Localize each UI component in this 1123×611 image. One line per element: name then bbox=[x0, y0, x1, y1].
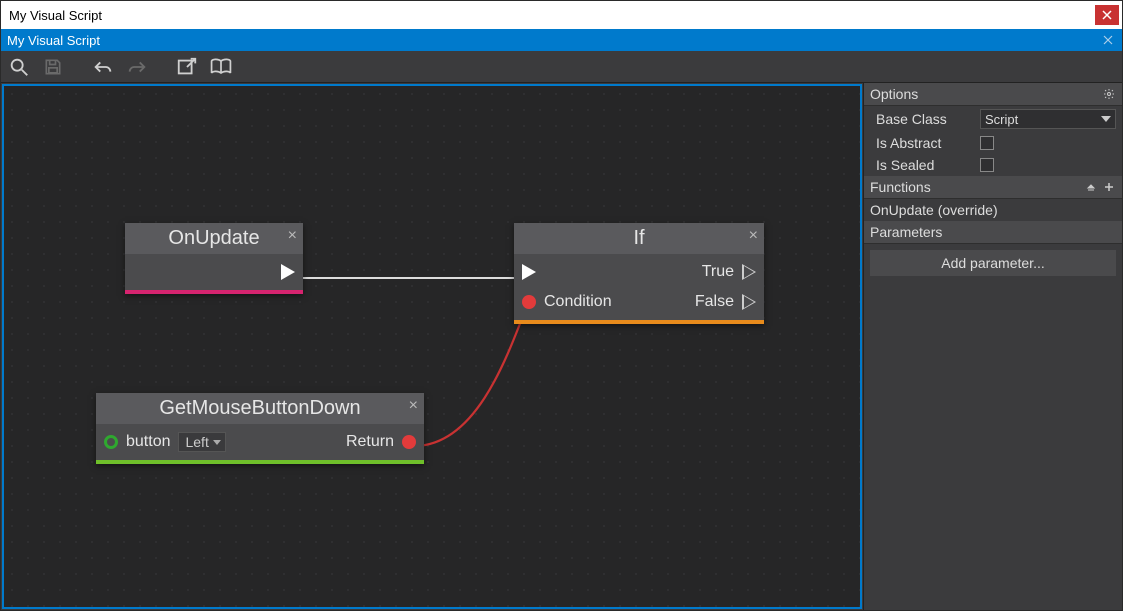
docs-button[interactable] bbox=[209, 55, 233, 79]
os-close-button[interactable] bbox=[1095, 5, 1119, 25]
node-accent bbox=[125, 290, 303, 294]
function-item-label: OnUpdate (override) bbox=[870, 202, 998, 218]
node-getmouse-title: GetMouseButtonDown bbox=[159, 397, 360, 419]
os-titlebar[interactable]: My Visual Script bbox=[1, 1, 1122, 29]
editor-close-button[interactable] bbox=[1100, 32, 1116, 48]
node-accent bbox=[96, 460, 424, 464]
os-title: My Visual Script bbox=[9, 8, 102, 23]
button-value: Left bbox=[185, 434, 208, 450]
add-function-icon[interactable] bbox=[1102, 180, 1116, 194]
app-window: My Visual Script My Visual Script bbox=[0, 0, 1123, 611]
true-label: True bbox=[702, 263, 734, 281]
exec-in-port[interactable] bbox=[522, 264, 536, 280]
node-getmousebuttondown[interactable]: GetMouseButtonDown × button Left bbox=[96, 393, 424, 464]
button-label: button bbox=[126, 433, 170, 451]
is-abstract-label: Is Abstract bbox=[876, 135, 972, 151]
node-if[interactable]: If × True Condition bbox=[514, 223, 764, 324]
exec-out-false-port[interactable] bbox=[742, 294, 756, 310]
options-title: Options bbox=[870, 86, 918, 102]
connection-wires bbox=[4, 86, 860, 607]
exec-out-true-port[interactable] bbox=[742, 264, 756, 280]
node-getmouse-close[interactable]: × bbox=[409, 397, 418, 415]
toolbar bbox=[1, 51, 1122, 83]
override-function-icon[interactable] bbox=[1084, 180, 1098, 194]
is-sealed-label: Is Sealed bbox=[876, 157, 972, 173]
base-class-value: Script bbox=[985, 112, 1018, 127]
redo-button[interactable] bbox=[125, 55, 149, 79]
base-class-row: Base Class Script bbox=[864, 106, 1122, 132]
condition-in-port[interactable] bbox=[522, 295, 536, 309]
side-panel: Options Base Class Script Is Abstract Is… bbox=[863, 83, 1122, 610]
button-value-dropdown[interactable]: Left bbox=[178, 432, 225, 452]
node-if-header[interactable]: If × bbox=[514, 223, 764, 254]
add-parameter-label: Add parameter... bbox=[941, 255, 1045, 271]
add-parameter-button[interactable]: Add parameter... bbox=[870, 250, 1116, 276]
parameters-header: Parameters bbox=[864, 221, 1122, 244]
return-label: Return bbox=[346, 433, 394, 451]
functions-header: Functions bbox=[864, 176, 1122, 199]
node-if-title: If bbox=[633, 227, 644, 249]
options-gear-icon[interactable] bbox=[1102, 87, 1116, 101]
node-getmouse-header[interactable]: GetMouseButtonDown × bbox=[96, 393, 424, 424]
is-abstract-checkbox[interactable] bbox=[980, 136, 994, 150]
is-abstract-row: Is Abstract bbox=[864, 132, 1122, 154]
condition-label: Condition bbox=[544, 293, 612, 311]
node-onupdate-title: OnUpdate bbox=[168, 227, 259, 249]
button-in-port[interactable] bbox=[104, 435, 118, 449]
base-class-dropdown[interactable]: Script bbox=[980, 109, 1116, 129]
is-sealed-row: Is Sealed bbox=[864, 154, 1122, 176]
content-area: OnUpdate × If × bbox=[1, 83, 1122, 610]
false-label: False bbox=[695, 293, 734, 311]
node-onupdate-close[interactable]: × bbox=[288, 227, 297, 245]
save-button[interactable] bbox=[41, 55, 65, 79]
undo-button[interactable] bbox=[91, 55, 115, 79]
functions-title: Functions bbox=[870, 179, 931, 195]
node-accent bbox=[514, 320, 764, 324]
graph-canvas[interactable]: OnUpdate × If × bbox=[2, 84, 862, 609]
base-class-label: Base Class bbox=[876, 111, 972, 127]
return-out-port[interactable] bbox=[402, 435, 416, 449]
center-view-button[interactable] bbox=[175, 55, 199, 79]
search-button[interactable] bbox=[7, 55, 31, 79]
options-header: Options bbox=[864, 83, 1122, 106]
node-onupdate-header[interactable]: OnUpdate × bbox=[125, 223, 303, 254]
node-if-close[interactable]: × bbox=[749, 227, 758, 245]
is-sealed-checkbox[interactable] bbox=[980, 158, 994, 172]
editor-titlebar[interactable]: My Visual Script bbox=[1, 29, 1122, 51]
function-item[interactable]: OnUpdate (override) bbox=[864, 199, 1122, 221]
exec-out-port[interactable] bbox=[281, 264, 295, 280]
node-onupdate[interactable]: OnUpdate × bbox=[125, 223, 303, 294]
editor-title: My Visual Script bbox=[7, 33, 100, 48]
parameters-title: Parameters bbox=[870, 224, 942, 240]
